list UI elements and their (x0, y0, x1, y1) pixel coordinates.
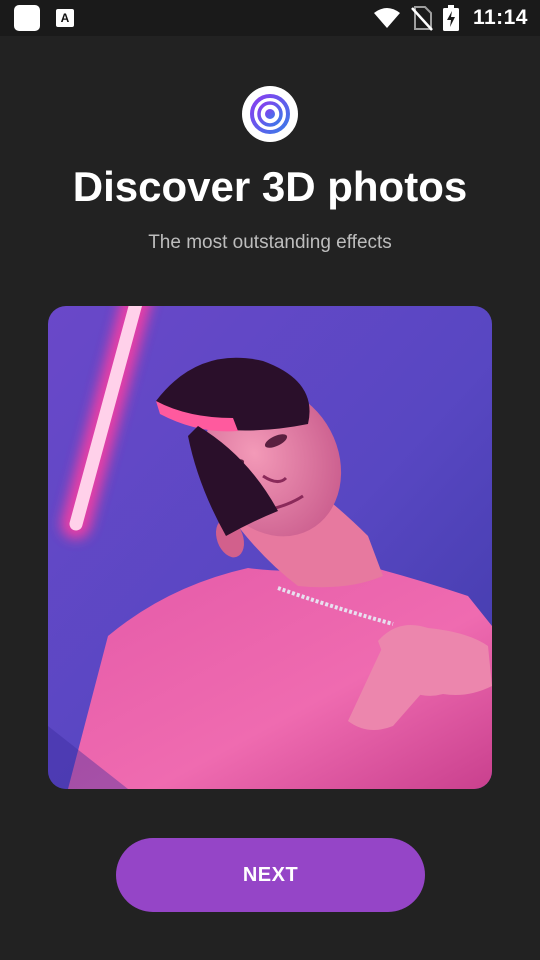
square-notification-icon (14, 5, 40, 31)
page-title: Discover 3D photos (72, 163, 468, 210)
font-notification-label: A (60, 11, 70, 25)
no-sim-icon (411, 6, 433, 31)
hero-image (48, 306, 492, 789)
wifi-icon (373, 8, 400, 28)
next-button[interactable]: NEXT (116, 838, 425, 912)
status-right-group: 11:14 (373, 5, 528, 31)
battery-charging-icon (442, 5, 459, 31)
3d-photo-logo-icon (242, 86, 298, 142)
page-subtitle: The most outstanding effects (148, 232, 392, 253)
status-bar: A 11:14 (0, 0, 540, 36)
status-left-group: A (14, 5, 74, 31)
font-notification-icon: A (56, 9, 74, 27)
neon-portrait-photo (48, 306, 492, 789)
status-time: 11:14 (472, 6, 528, 29)
